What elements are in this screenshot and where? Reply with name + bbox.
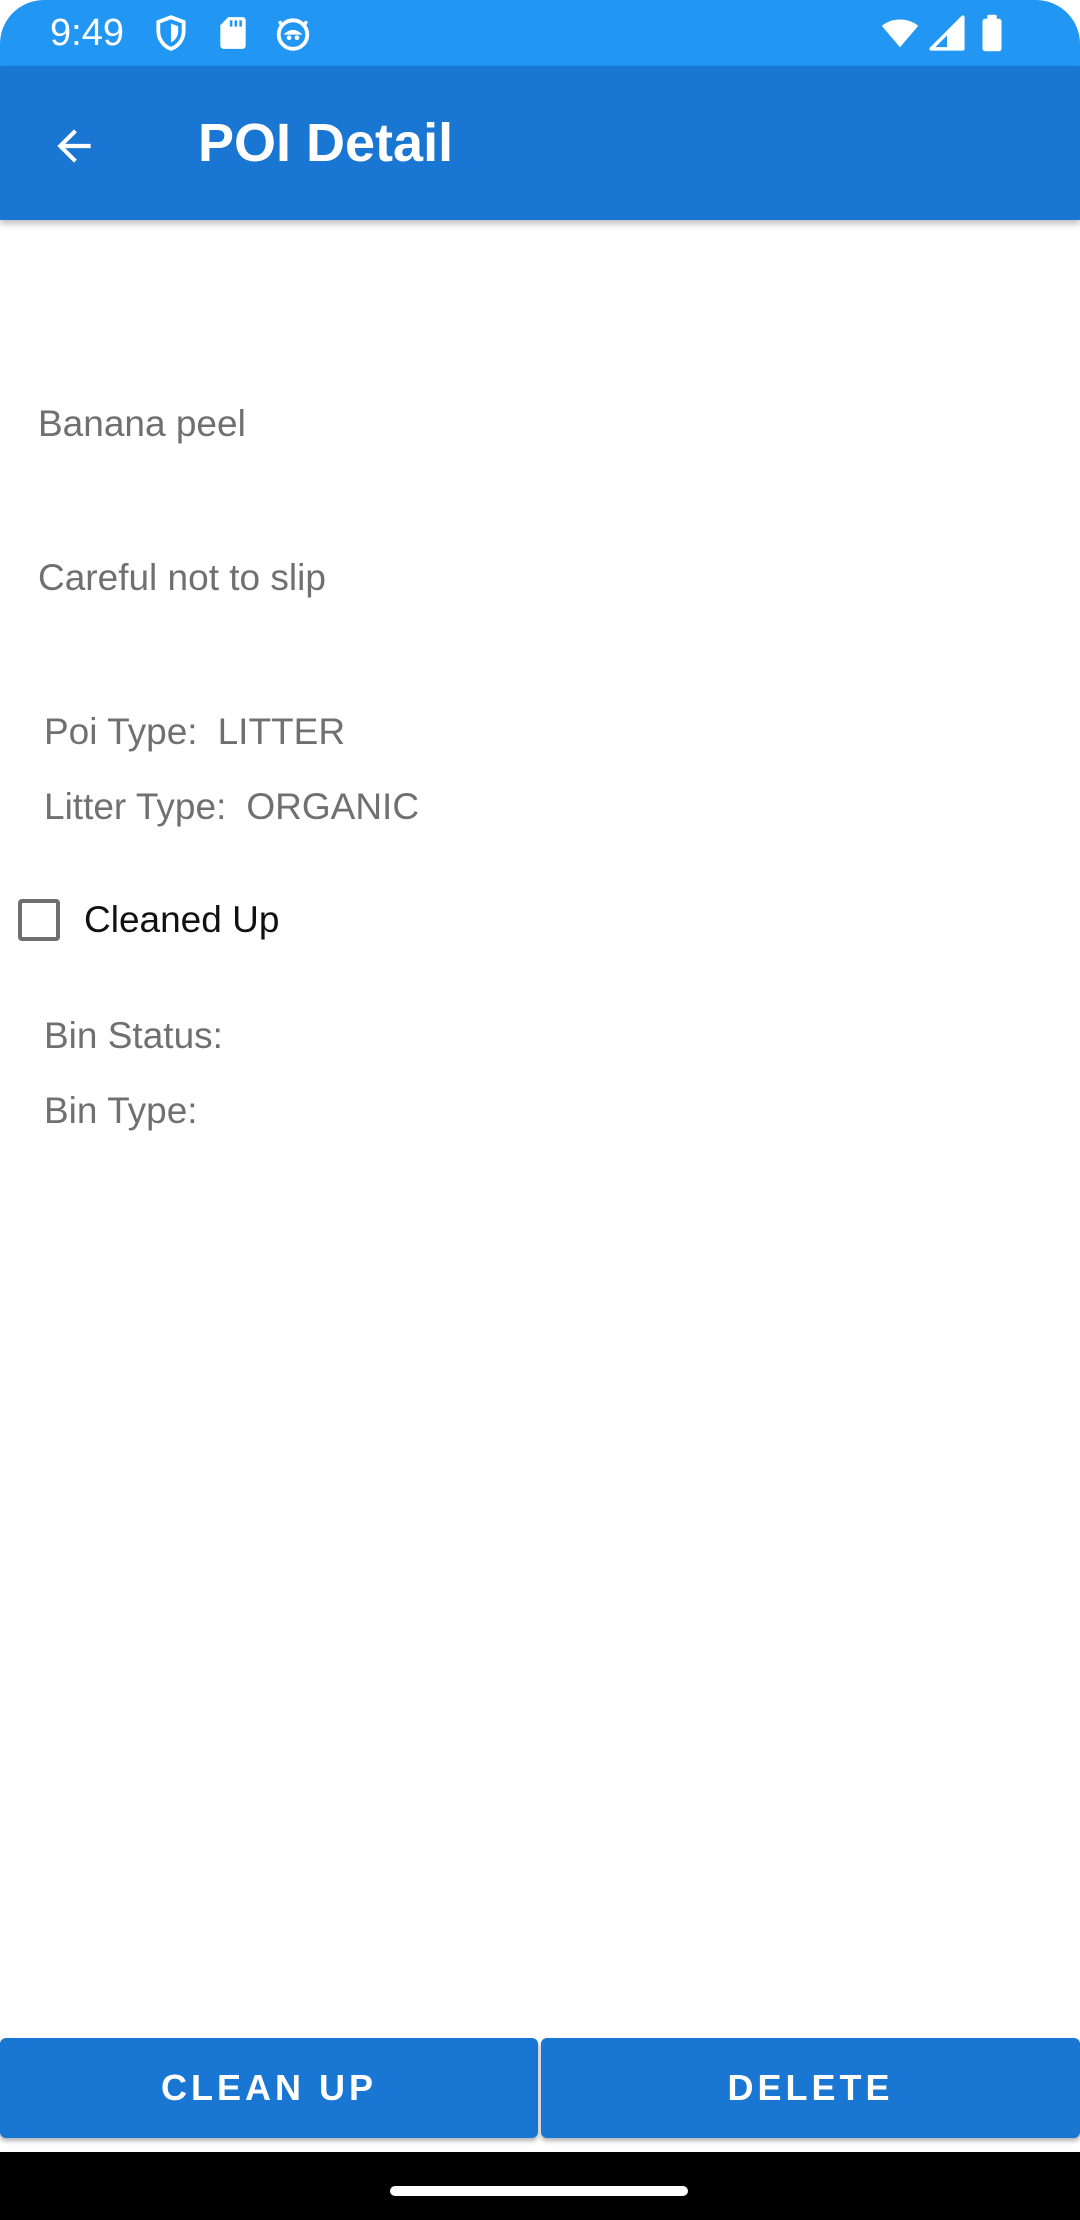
clean-up-button[interactable]: CLEAN UP <box>0 2038 538 2138</box>
shield-icon <box>152 14 190 52</box>
status-time: 9:49 <box>50 12 124 54</box>
poi-name-text: Banana peel <box>38 403 246 444</box>
bin-status-label: Bin Status: <box>44 1015 223 1056</box>
cell-signal-icon <box>928 14 966 52</box>
robot-face-icon <box>274 14 312 52</box>
poi-detail-screen: 9:49 POI Detail Banana peel Careful not … <box>0 0 1080 2220</box>
poi-type-label: Poi Type: <box>44 711 198 752</box>
poi-type-value: LITTER <box>217 711 346 752</box>
back-button[interactable] <box>34 106 114 186</box>
status-bar: 9:49 <box>0 0 1080 66</box>
cleaned-up-label: Cleaned Up <box>84 899 280 940</box>
poi-description-text: Careful not to slip <box>38 557 326 598</box>
wifi-icon <box>880 14 920 52</box>
cleaned-up-checkbox[interactable]: Cleaned Up <box>18 892 279 948</box>
bin-type-row: Bin Type: <box>44 1089 218 1133</box>
sd-card-icon <box>214 14 252 52</box>
litter-type-value: ORGANIC <box>246 786 420 827</box>
bin-type-label: Bin Type: <box>44 1090 198 1131</box>
litter-type-label: Litter Type: <box>44 786 227 827</box>
page-title: POI Detail <box>198 113 454 173</box>
app-bar: POI Detail <box>0 66 1080 220</box>
bin-status-row: Bin Status: <box>44 1014 243 1058</box>
poi-type-row: Poi Type: LITTER <box>44 710 345 754</box>
battery-icon <box>978 14 1006 52</box>
checkbox-box[interactable] <box>18 899 60 941</box>
litter-type-row: Litter Type: ORGANIC <box>44 785 419 829</box>
home-gesture-handle[interactable] <box>390 2186 688 2196</box>
system-nav-bar <box>0 2152 1080 2220</box>
arrow-left-icon <box>49 121 99 171</box>
delete-button[interactable]: DELETE <box>541 2038 1080 2138</box>
